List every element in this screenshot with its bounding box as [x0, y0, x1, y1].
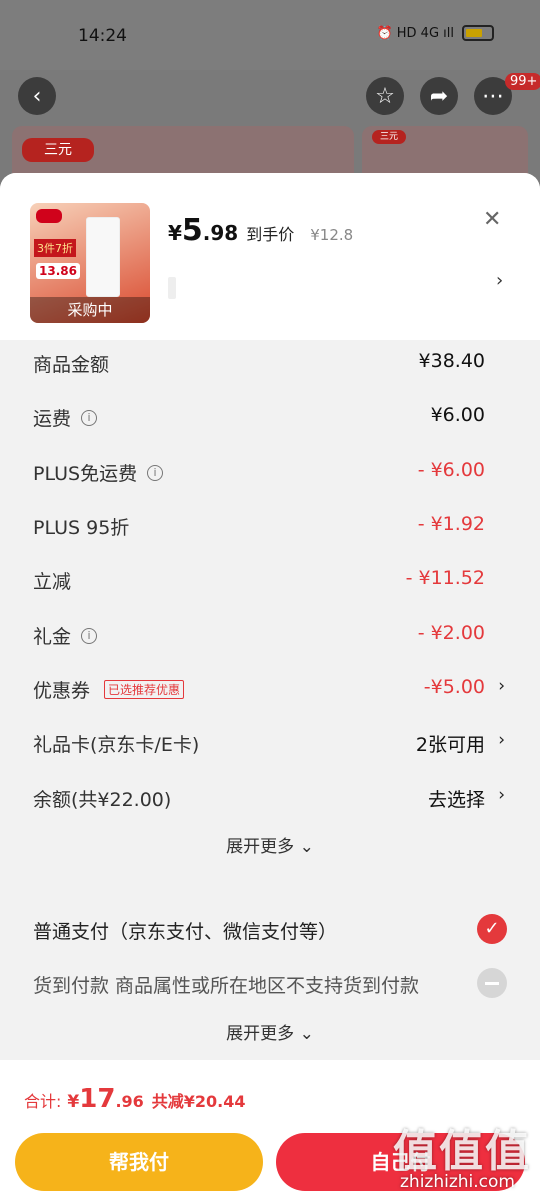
top-nav: ‹ ☆ ➦ ⋯	[0, 75, 540, 117]
status-icons: ⏰ HD 4G ıll	[376, 25, 494, 41]
brand-logo-small: 三元	[372, 130, 406, 144]
disabled-icon	[477, 968, 507, 998]
back-button[interactable]: ‹	[18, 77, 56, 115]
row-label: 礼品卡(京东卡/E卡)	[33, 734, 200, 756]
price-row: ¥ 5 .98 到手价 ¥12.8	[168, 213, 353, 248]
product-header: 3件7折 13.86 采购中 ¥ 5 .98 到手价 ¥12.8 ✕ ›	[0, 173, 540, 340]
balance-row[interactable]: 余额(共¥22.00) 去选择 ›	[15, 785, 525, 825]
info-icon[interactable]: i	[81, 627, 98, 644]
price-decimal: .98	[202, 221, 239, 245]
brand-logo: 三元	[22, 138, 94, 162]
info-icon[interactable]: i	[81, 409, 98, 426]
gift-card-row[interactable]: 礼品卡(京东卡/E卡) 2张可用 ›	[15, 730, 525, 770]
coupon-row[interactable]: 优惠券 已选推荐优惠 -¥5.00 ›	[15, 676, 525, 716]
chevron-right-icon[interactable]: ›	[496, 270, 503, 291]
help-pay-button[interactable]: 帮我付	[15, 1133, 263, 1191]
close-icon[interactable]: ✕	[483, 207, 501, 232]
payment-option-cod: 货到付款 商品属性或所在地区不支持货到付款	[33, 975, 420, 997]
favorite-star-button[interactable]: ☆	[366, 77, 404, 115]
chevron-right-icon[interactable]: ›	[498, 730, 505, 750]
price-symbol: ¥	[168, 221, 182, 245]
summary-row: PLUS免运费 i - ¥6.00	[15, 459, 525, 499]
summary-row: 礼金 i - ¥2.00	[15, 622, 525, 662]
summary-row: 立减 - ¥11.52	[15, 567, 525, 607]
row-label: PLUS免运费 i	[33, 459, 164, 486]
message-badge: 99+	[505, 73, 540, 90]
total-symbol: ¥	[67, 1092, 80, 1112]
purchasing-status: 采购中	[30, 297, 150, 323]
status-time: 14:24	[78, 26, 127, 46]
row-label: 立减	[33, 571, 72, 593]
chevron-right-icon[interactable]: ›	[498, 676, 505, 696]
expand-more-payment[interactable]: 展开更多 ⌄	[15, 1019, 525, 1044]
watermark-url: zhizhizhi.com	[400, 1172, 515, 1192]
total-integer: 17	[79, 1084, 116, 1114]
info-icon[interactable]: i	[147, 464, 164, 481]
summary-row: 商品金额 ¥38.40	[15, 350, 525, 390]
row-value: 去选择	[427, 789, 485, 811]
row-label: 余额(共¥22.00)	[33, 789, 172, 811]
price-integer: 5	[181, 213, 203, 248]
milk-carton	[86, 217, 120, 297]
expand-more-button[interactable]: 展开更多 ⌄	[15, 832, 525, 857]
original-price: ¥12.8	[310, 226, 354, 244]
total-label: 合计:	[24, 1092, 62, 1111]
summary-row: 运费 i ¥6.00	[15, 404, 525, 444]
row-value: ¥6.00	[430, 404, 485, 426]
row-value: - ¥1.92	[417, 513, 485, 535]
row-label: 运费 i	[33, 404, 98, 431]
spec-selector[interactable]	[168, 277, 176, 299]
total-price: 合计: ¥ 17 .96 共减¥20.44	[24, 1084, 246, 1114]
total-decimal: .96	[115, 1092, 144, 1111]
checkout-sheet: 3件7折 13.86 采购中 ¥ 5 .98 到手价 ¥12.8 ✕ › 商品金…	[0, 173, 540, 1200]
row-label: PLUS 95折	[33, 517, 130, 539]
row-value: ¥38.40	[418, 350, 485, 372]
row-value: - ¥2.00	[417, 622, 485, 644]
row-value: 2张可用	[415, 734, 485, 756]
final-price-label: 到手价	[246, 225, 295, 244]
payment-option-normal[interactable]: 普通支付（京东支付、微信支付等）	[33, 917, 337, 944]
promo-tag: 3件7折	[34, 239, 76, 257]
total-saved: 共减¥20.44	[151, 1092, 246, 1111]
recommended-tag: 已选推荐优惠	[104, 680, 185, 699]
row-value: -¥5.00	[423, 676, 485, 698]
battery-icon	[462, 25, 494, 41]
summary-row: PLUS 95折 - ¥1.92	[15, 513, 525, 553]
signal-icons: ⏰ HD 4G ıll	[376, 25, 454, 41]
promo-price-tag: 13.86	[36, 263, 80, 279]
row-label: 商品金额	[33, 354, 110, 376]
chevron-right-icon[interactable]: ›	[498, 785, 505, 805]
share-button[interactable]: ➦	[420, 77, 458, 115]
row-label: 优惠券 已选推荐优惠	[33, 676, 185, 703]
product-image: 3件7折 13.86 采购中	[30, 203, 150, 323]
product-logo	[36, 209, 62, 223]
row-value: - ¥11.52	[405, 567, 485, 589]
check-icon[interactable]: ✓	[477, 914, 507, 944]
watermark-logo: 值值值	[393, 1126, 531, 1177]
row-label: 礼金 i	[33, 622, 98, 649]
status-bar: 14:24 ⏰ HD 4G ıll	[0, 0, 540, 70]
row-value: - ¥6.00	[417, 459, 485, 481]
